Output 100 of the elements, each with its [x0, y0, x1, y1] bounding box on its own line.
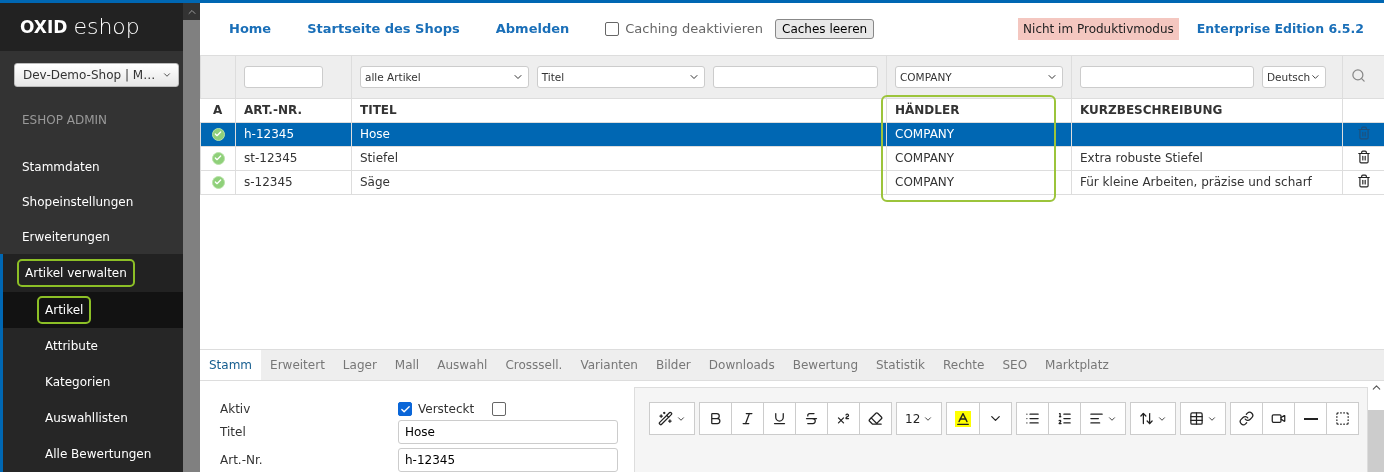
menu-item[interactable]: Artikel verwalten [17, 259, 135, 287]
underline-button[interactable] [763, 402, 796, 435]
video-button[interactable] [1262, 402, 1296, 435]
tab[interactable]: Statistik [867, 350, 934, 380]
filter-field[interactable] [713, 65, 878, 88]
column-header: HÄNDLER [886, 98, 1072, 123]
delete-icon[interactable] [1356, 173, 1371, 188]
table-cell: COMPANY [895, 175, 955, 190]
column-header: A [200, 98, 236, 123]
highlight-color-button[interactable] [946, 402, 981, 435]
italic-icon [740, 411, 755, 426]
eraser-icon [868, 411, 883, 426]
tab[interactable]: Downloads [699, 350, 784, 380]
filter-select[interactable]: Titel [536, 65, 706, 88]
search-icon[interactable] [1351, 67, 1366, 83]
table-cell: Für kleine Arbeiten, präzise und scharf [1080, 175, 1312, 190]
align-left-button[interactable] [1080, 402, 1127, 435]
bullet-list-button[interactable] [1016, 402, 1050, 435]
eraser-button[interactable] [859, 402, 892, 435]
clear-cache-button[interactable]: Caches leeren [775, 18, 875, 39]
tab[interactable]: Mall [385, 350, 429, 380]
tab[interactable]: Bewertung [783, 350, 867, 380]
table-icon [1189, 411, 1205, 426]
text-color-icon [955, 410, 972, 427]
video-icon [1271, 411, 1287, 426]
underline-icon [772, 411, 787, 426]
mode-badge: Nicht im Produktivmodus [1018, 17, 1179, 40]
tab[interactable]: Auswahl [428, 350, 497, 380]
menu-item[interactable]: Erweiterungen [14, 222, 118, 251]
scrollbar[interactable] [183, 3, 200, 472]
filter-select[interactable]: alle Artikel [360, 65, 529, 88]
hidden-checkbox[interactable] [492, 402, 507, 416]
bold-button[interactable] [699, 402, 732, 435]
line-height-icon [1139, 411, 1155, 426]
horizontal-rule-button[interactable] [1294, 402, 1328, 435]
filter-field[interactable] [1080, 65, 1254, 88]
nav-link[interactable]: Abmelden [495, 21, 570, 37]
table-cell: Säge [360, 175, 390, 190]
filter-select[interactable]: COMPANY [895, 65, 1063, 88]
field-label: Titel [220, 425, 247, 439]
strikethrough-icon [804, 411, 819, 426]
submenu-item[interactable]: Attribute [3, 328, 183, 364]
column-header: KURZBESCHREIBUNG [1071, 98, 1343, 123]
table-cell: COMPANY [895, 127, 955, 142]
italic-button[interactable] [731, 402, 764, 435]
tab[interactable]: Rechte [933, 350, 994, 380]
filter-select[interactable]: Deutsch [1262, 65, 1326, 88]
link-button[interactable] [1230, 402, 1264, 435]
tab[interactable]: Marktplatz [1036, 350, 1118, 380]
checkbox-label: Caching deaktivieren [625, 21, 763, 37]
square-icon [1335, 411, 1351, 426]
submenu-item[interactable]: Artikel [3, 292, 183, 328]
table-cell: h-12345 [244, 127, 295, 142]
table-button[interactable] [1180, 402, 1227, 435]
horizontal-rule-icon [1303, 417, 1318, 420]
tab[interactable]: Lager [333, 350, 386, 380]
submenu-item[interactable]: Auswahllisten [3, 400, 183, 436]
field-label: Aktiv [220, 402, 252, 416]
link-icon [1239, 411, 1255, 426]
tab[interactable]: SEO [993, 350, 1037, 380]
tab[interactable]: Varianten [571, 350, 647, 380]
edition-label: Enterprise Edition 6.5.2 [1196, 21, 1364, 37]
strikethrough-button[interactable] [795, 402, 828, 435]
line-height-button[interactable] [1130, 402, 1177, 435]
caching-checkbox[interactable] [605, 21, 620, 36]
nav-link[interactable]: Startseite des Shops [307, 21, 460, 37]
magic-wand-button[interactable] [649, 402, 695, 435]
text-field[interactable]: Hose [398, 420, 618, 444]
numbered-list-button[interactable] [1048, 402, 1082, 435]
magic-wand-icon [658, 411, 673, 426]
superscript-button[interactable] [827, 402, 860, 435]
field-label: Art.-Nr. [220, 453, 264, 467]
delete-icon[interactable] [1356, 149, 1371, 164]
table-cell: Hose [360, 127, 390, 142]
table-cell: Extra robuste Stiefel [1080, 151, 1203, 166]
nav-link[interactable]: Home [229, 21, 272, 37]
tab[interactable]: Erweitert [261, 350, 334, 380]
table-cell: s-12345 [244, 175, 293, 190]
table-cell: COMPANY [895, 151, 955, 166]
superscript-icon [836, 411, 851, 426]
active-checkbox[interactable] [398, 402, 412, 416]
column-header: TITEL [351, 98, 887, 123]
tab[interactable]: Bilder [646, 350, 700, 380]
submenu-item[interactable]: Alle Bewertungen [3, 436, 183, 472]
field-label: Versteckt [418, 402, 475, 416]
menu-item[interactable]: Stammdaten [14, 152, 108, 181]
table-cell: Stiefel [360, 151, 398, 166]
bullet-list-icon [1025, 411, 1041, 426]
align-left-icon [1089, 411, 1105, 426]
filter-field[interactable] [244, 65, 323, 88]
menu-item[interactable]: Shopeinstellungen [14, 187, 142, 216]
column-header: ART.-NR. [235, 98, 352, 123]
logo: OXID eshop [0, 3, 183, 51]
tab[interactable]: Stamm [200, 350, 262, 380]
tab[interactable]: Crosssell. [496, 350, 572, 380]
font-size-dropdown[interactable]: 12 [896, 402, 943, 435]
numbered-list-icon [1057, 411, 1073, 426]
submenu-item[interactable]: Kategorien [3, 364, 183, 400]
shop-select[interactable]: Dev-Demo-Shop | M… [14, 62, 179, 87]
text-field[interactable]: h-12345 [398, 448, 618, 472]
